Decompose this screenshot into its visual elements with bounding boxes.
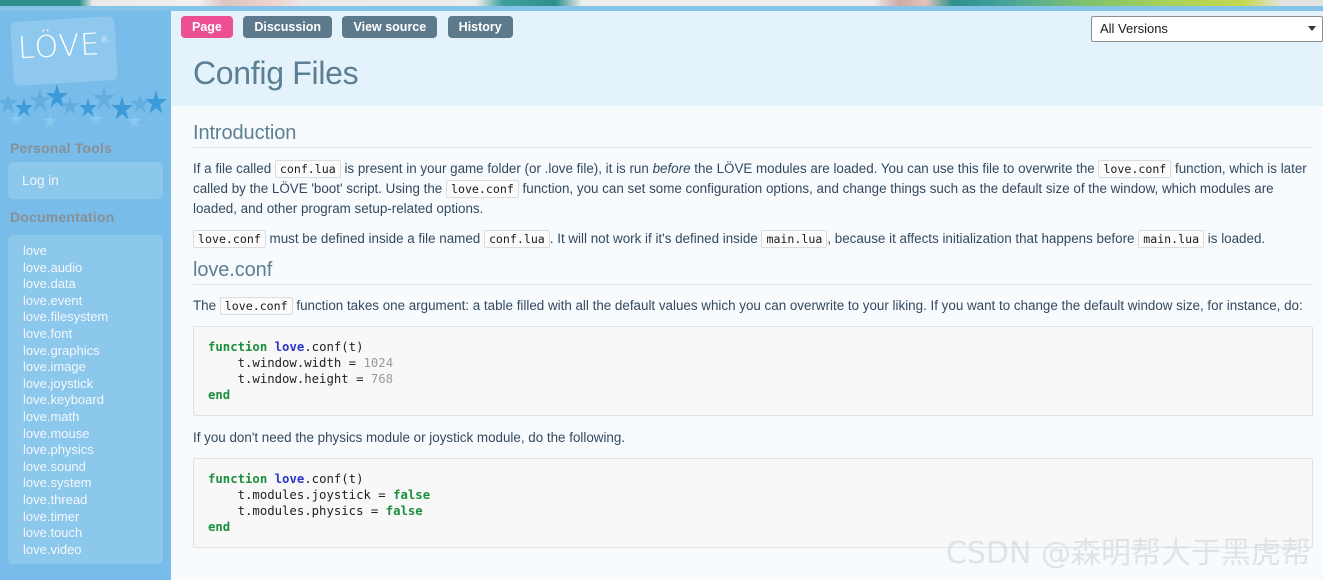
code1-kw-function: function: [208, 340, 268, 354]
intro-p1-text-b: is present in your game folder (or .love…: [340, 161, 653, 176]
tab-discussion[interactable]: Discussion: [243, 16, 333, 38]
inline-code-main-lua-2: main.lua: [1138, 230, 1205, 248]
code1-kw-end: end: [208, 388, 231, 402]
section-heading-love-conf: love.conf: [193, 259, 273, 281]
sidebar-item-love-joystick[interactable]: love.joystick: [8, 376, 163, 393]
page-tabbar: Page Discussion View source History All …: [171, 11, 1323, 49]
tab-history[interactable]: History: [447, 16, 513, 38]
section-rule-introduction: [193, 147, 1313, 148]
sidebar-item-love-math[interactable]: love.math: [8, 409, 163, 426]
version-select[interactable]: All Versions: [1091, 16, 1323, 42]
sidebar-item-love-audio[interactable]: love.audio: [8, 260, 163, 277]
sidebar-nav-list: love love.audio love.data love.event lov…: [8, 235, 163, 565]
code-block-modules: function love.conf(t) t.modules.joystick…: [193, 458, 1313, 548]
logo-wordmark: LÖVE®: [17, 27, 111, 67]
inline-code-love-conf-4: love.conf: [219, 297, 293, 315]
inline-code-love-conf-2: love.conf: [445, 180, 519, 198]
page-title-band: Config Files: [171, 49, 1323, 106]
sidebar-item-love-thread[interactable]: love.thread: [8, 492, 163, 509]
sidebar-item-love-event[interactable]: love.event: [8, 293, 163, 310]
sidebar-item-love-timer[interactable]: love.timer: [8, 509, 163, 526]
code2-value-physics: false: [385, 504, 423, 518]
intro-paragraph-1: If a file called conf.lua is present in …: [193, 159, 1313, 219]
section-rule-love-conf: [193, 284, 1313, 285]
code-block-window-size: function love.conf(t) t.window.width = 1…: [193, 326, 1313, 416]
inline-code-conf-lua-1: conf.lua: [274, 160, 341, 178]
code1-line2: t.window.width =: [208, 356, 364, 370]
sidebar-item-love-physics[interactable]: love.physics: [8, 442, 163, 459]
intro-p1-text-a: If a file called: [193, 161, 275, 176]
sidebar-item-love-video[interactable]: love.video: [8, 542, 163, 559]
section-heading-introduction: Introduction: [193, 122, 297, 144]
sidebar-item-love-sound[interactable]: love.sound: [8, 459, 163, 476]
intro-p2-text-b: . It will not work if it's defined insid…: [549, 231, 762, 246]
sidebar-heading-documentation: Documentation: [10, 209, 115, 225]
loveconf-paragraph-2: If you don't need the physics module or …: [193, 430, 626, 445]
version-select-value: All Versions: [1100, 21, 1168, 36]
intro-p2-text-c: , because it affects initialization that…: [827, 231, 1139, 246]
code1-call-conf: .conf(t): [304, 340, 364, 354]
loveconf-p1-text-b: function takes one argument: a table fil…: [292, 298, 1303, 313]
loveconf-p1-text-a: The: [193, 298, 220, 313]
main-content-area: Page Discussion View source History All …: [171, 11, 1323, 580]
sidebar: LÖVE® Personal Tools Log in Documentatio…: [0, 11, 171, 580]
loveconf-paragraph-1: The love.conf function takes one argumen…: [193, 296, 1313, 316]
logo-registered-mark: ®: [99, 35, 111, 47]
intro-p1-emphasis: before: [652, 161, 691, 176]
inline-code-love-conf-3: love.conf: [193, 230, 266, 248]
code2-line2: t.modules.joystick =: [208, 488, 394, 502]
code1-value-height: 768: [370, 372, 394, 386]
tab-view-source[interactable]: View source: [342, 16, 438, 38]
intro-paragraph-2: love.conf must be defined inside a file …: [193, 229, 1313, 249]
sidebar-item-love-mouse[interactable]: love.mouse: [8, 426, 163, 443]
code1-value-width: 1024: [363, 356, 394, 370]
sidebar-item-love[interactable]: love: [8, 243, 163, 260]
logo-text: LÖVE: [17, 27, 102, 67]
article-body: Introduction If a file called conf.lua i…: [171, 106, 1323, 548]
intro-p2-text-a: must be defined inside a file named: [265, 231, 484, 246]
login-link[interactable]: Log in: [8, 162, 163, 199]
sidebar-item-love-font[interactable]: love.font: [8, 326, 163, 343]
code1-line3: t.window.height =: [208, 372, 371, 386]
sidebar-item-love-graphics[interactable]: love.graphics: [8, 343, 163, 360]
code2-value-joystick: false: [393, 488, 431, 502]
sidebar-item-love-image[interactable]: love.image: [8, 359, 163, 376]
stars-decoration: [0, 84, 167, 128]
code1-module-love: love: [267, 340, 305, 354]
sidebar-item-love-filesystem[interactable]: love.filesystem: [8, 309, 163, 326]
sidebar-item-love-data[interactable]: love.data: [8, 276, 163, 293]
intro-p2-text-d: is loaded.: [1204, 231, 1266, 246]
sidebar-item-love-system[interactable]: love.system: [8, 475, 163, 492]
tab-page[interactable]: Page: [181, 16, 233, 38]
site-logo[interactable]: LÖVE®: [0, 11, 171, 130]
code2-module-love: love: [267, 472, 305, 486]
chevron-down-icon: [1308, 26, 1316, 31]
sidebar-heading-personal-tools: Personal Tools: [10, 140, 113, 156]
sidebar-item-love-keyboard[interactable]: love.keyboard: [8, 392, 163, 409]
code2-kw-function: function: [208, 472, 268, 486]
intro-p1-text-c: the LÖVE modules are loaded. You can use…: [690, 161, 1099, 176]
inline-code-conf-lua-2: conf.lua: [483, 230, 550, 248]
inline-code-love-conf-1: love.conf: [1098, 160, 1172, 178]
inline-code-main-lua-1: main.lua: [761, 230, 828, 248]
code2-kw-end: end: [208, 520, 231, 534]
code2-call-conf: .conf(t): [304, 472, 364, 486]
code2-line3: t.modules.physics =: [208, 504, 386, 518]
page-title: Config Files: [193, 55, 359, 91]
sidebar-item-love-touch[interactable]: love.touch: [8, 525, 163, 542]
app-root: LÖVE® Personal Tools Log in Documentatio…: [0, 0, 1323, 580]
